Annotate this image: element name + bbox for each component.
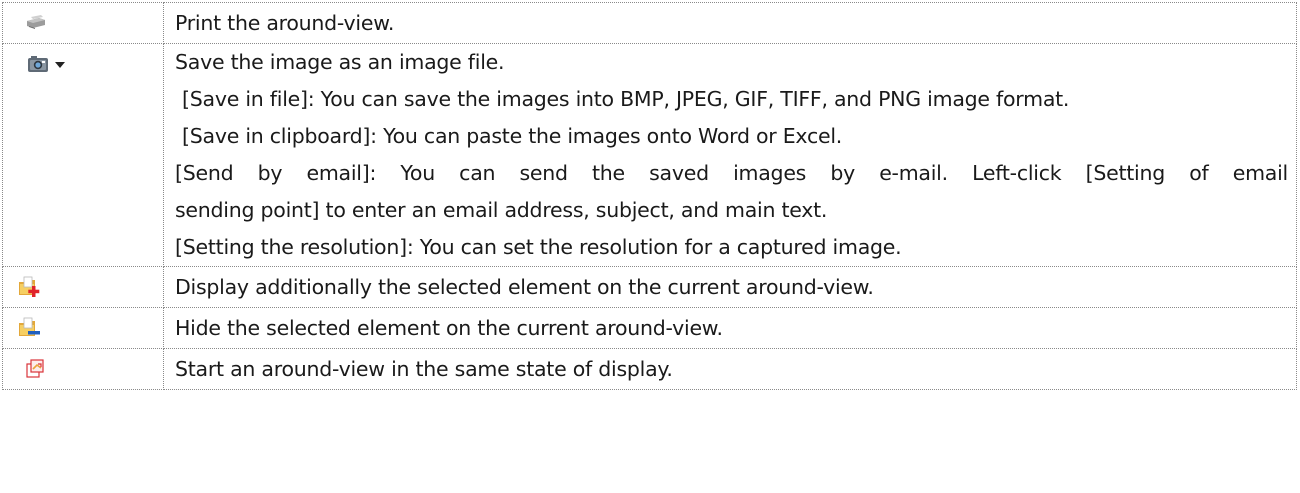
table-row: Print the around-view. — [2, 2, 1297, 44]
description-text: [Setting the resolution]: You can set th… — [175, 235, 902, 259]
table-row: Start an around-view in the same state o… — [2, 348, 1297, 390]
function-table: Print the around-view. Save the image as… — [2, 2, 1297, 390]
icon-cell — [2, 348, 164, 390]
table-row: Display additionally the selected elemen… — [2, 266, 1297, 308]
description-cell: Print the around-view. — [163, 2, 1297, 44]
printer-icon — [27, 15, 45, 29]
description-text: Print the around-view. — [175, 11, 395, 35]
description-cell: Hide the selected element on the current… — [163, 307, 1297, 349]
description-text: [Send by email]: You can send the saved … — [175, 161, 1288, 185]
description-text: Save the image as an image file. — [175, 50, 505, 74]
icon-cell — [2, 43, 164, 267]
icon-cell — [2, 2, 164, 44]
table-row: Hide the selected element on the current… — [2, 307, 1297, 349]
description-text: [Save in file]: You can save the images … — [182, 87, 1070, 111]
description-text: Hide the selected element on the current… — [175, 316, 723, 340]
icon-cell — [2, 307, 164, 349]
camera-dropdown-icon — [28, 56, 65, 72]
table-row: Save the image as an image file. [Save i… — [2, 43, 1297, 267]
description-cell: Display additionally the selected elemen… — [163, 266, 1297, 308]
description-text: Start an around-view in the same state o… — [175, 357, 673, 381]
description-text: [Save in clipboard]: You can paste the i… — [182, 124, 843, 148]
description-text: Display additionally the selected elemen… — [175, 275, 874, 299]
description-cell: Start an around-view in the same state o… — [163, 348, 1297, 390]
description-text: sending point] to enter an email address… — [175, 198, 828, 222]
hide-element-icon — [19, 317, 40, 336]
description-cell: Save the image as an image file. [Save i… — [163, 43, 1297, 267]
restart-view-icon — [26, 359, 44, 378]
add-element-icon — [19, 276, 40, 297]
icon-cell — [2, 266, 164, 308]
